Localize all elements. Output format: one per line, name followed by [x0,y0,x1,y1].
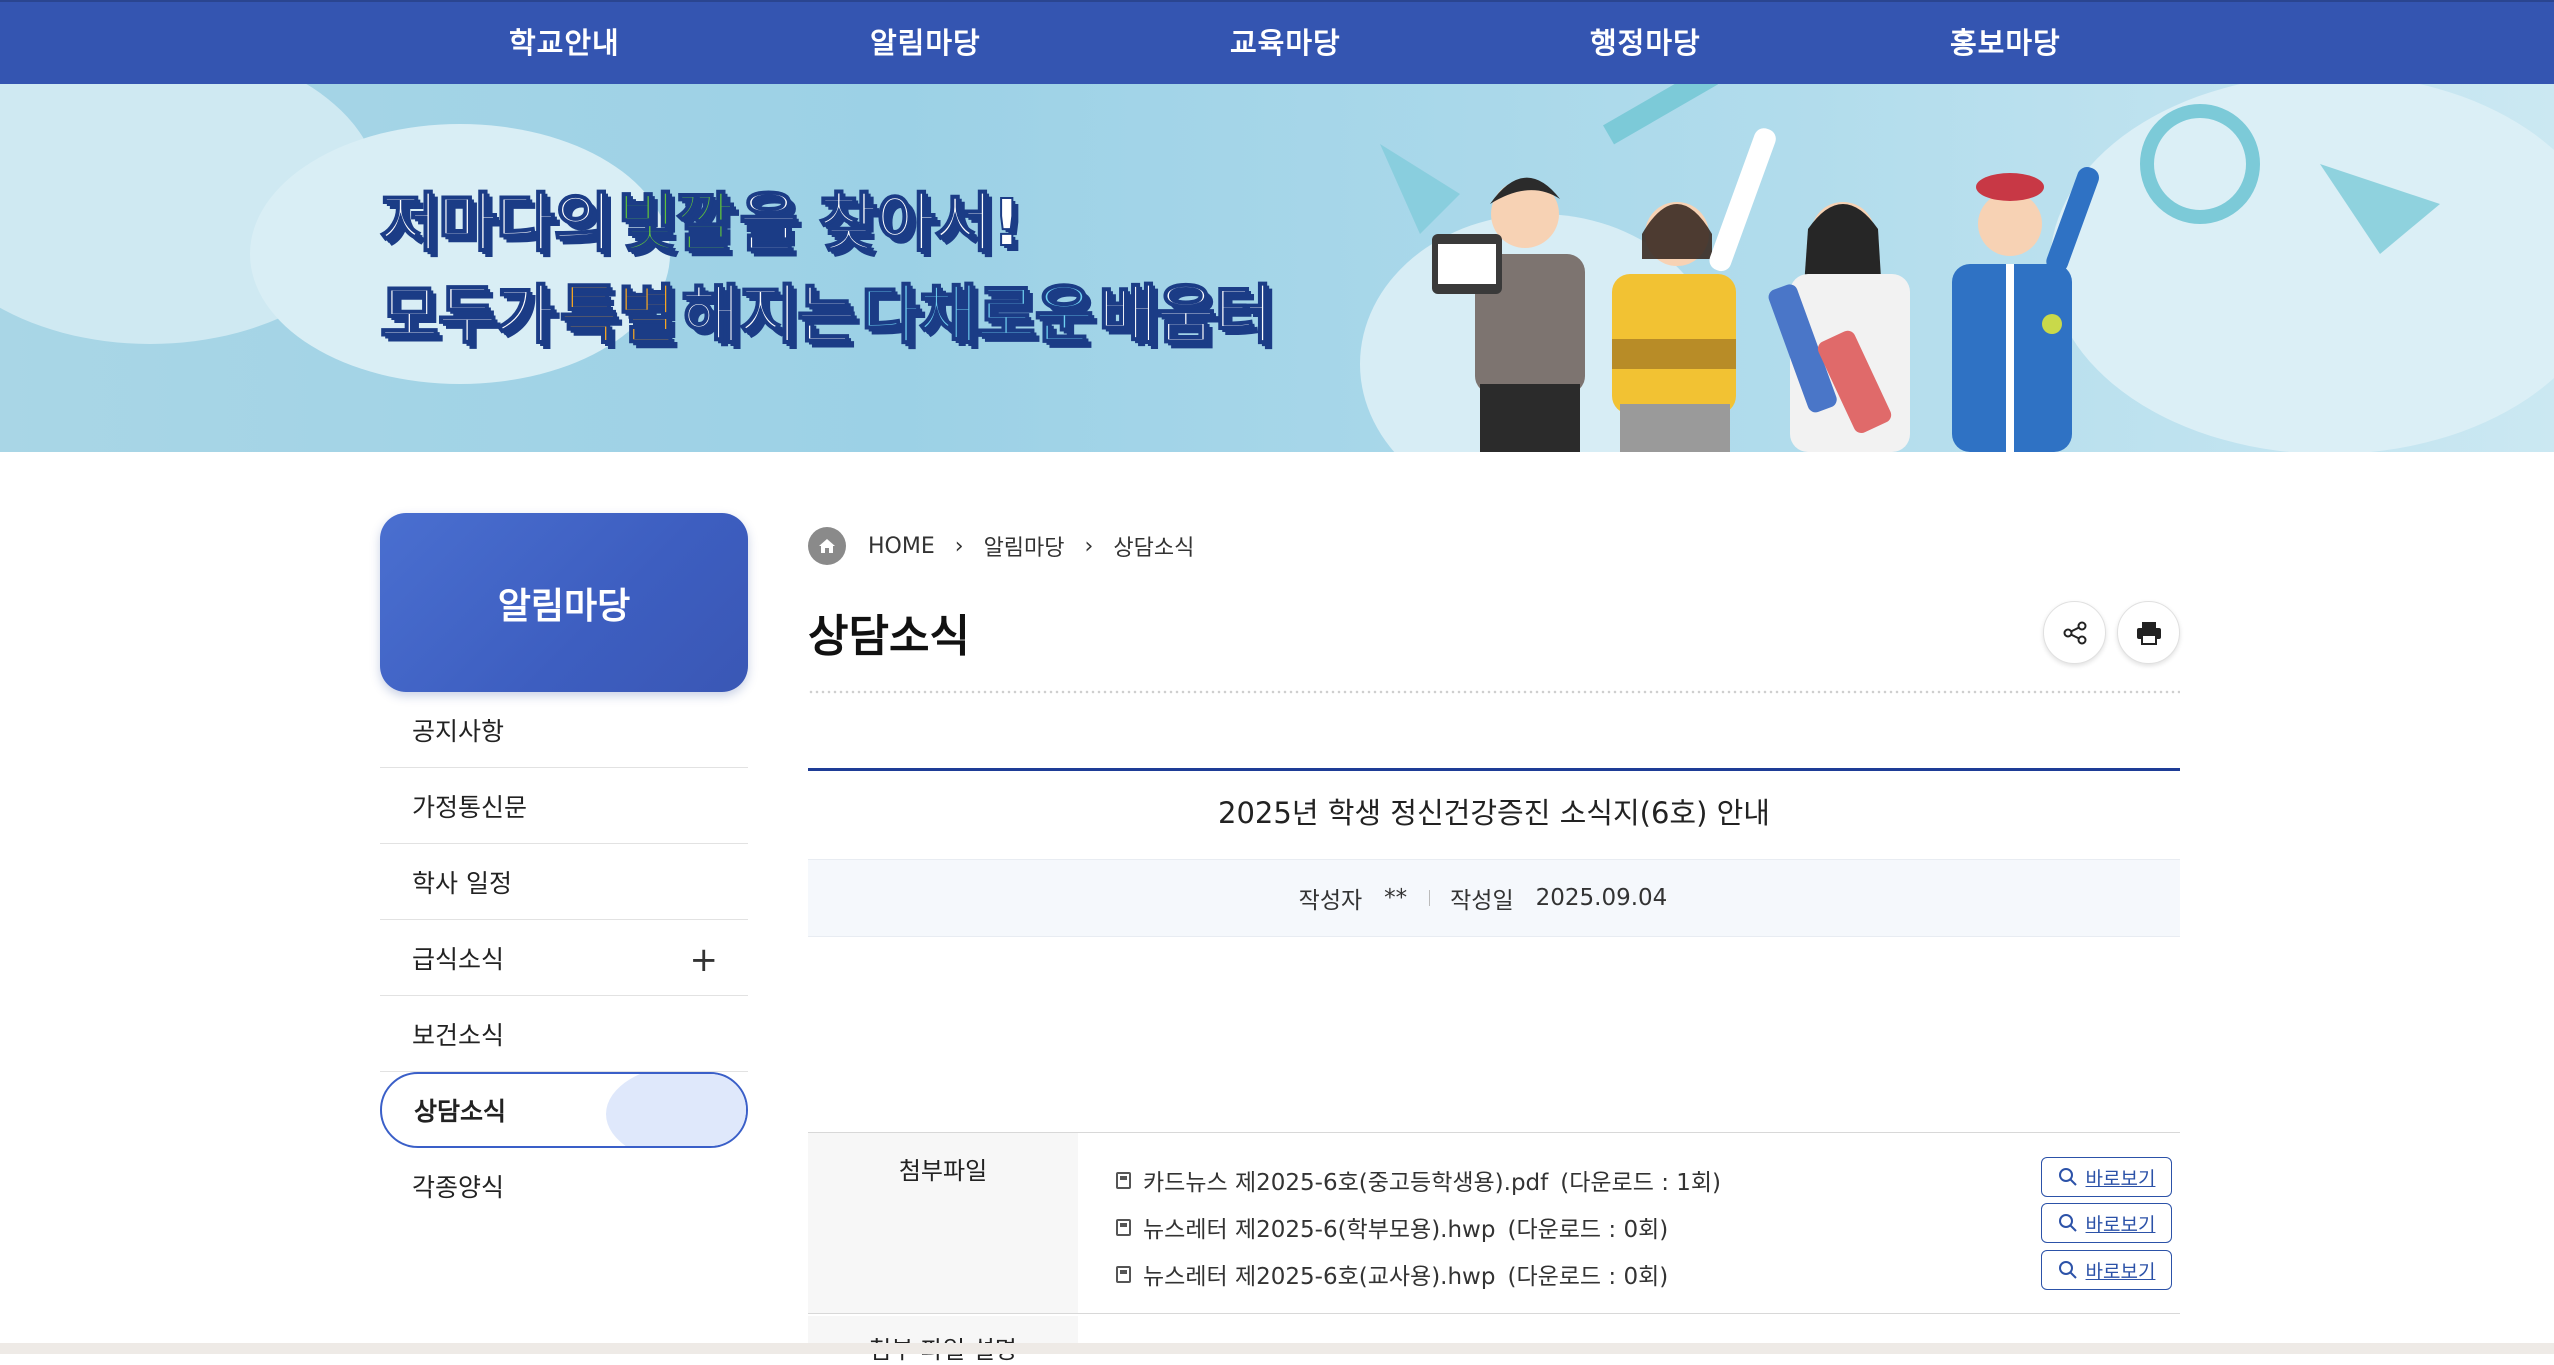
preview-button-label: 바로보기 [2085,1213,2156,1236]
breadcrumb-separator: › [954,533,964,559]
breadcrumb-separator: › [1084,533,1094,559]
attachment-downloads: (다운로드 : 0회) [1507,1217,1669,1243]
search-icon [2058,1168,2077,1186]
preview-button-1[interactable]: 바로보기 [2041,1157,2172,1197]
nav-item-notices[interactable]: 알림마당 [870,20,981,62]
sidebar-item-label: 상담소식 [414,1097,507,1126]
attachment-downloads: (다운로드 : 1회) [1560,1170,1722,1196]
attachment-downloads: (다운로드 : 0회) [1507,1264,1669,1290]
top-navigation: 학교안내 알림마당 교육마당 행정마당 홍보마당 [0,0,2554,84]
preview-button-label: 바로보기 [2085,1260,2156,1283]
sidebar-menu: 공지사항 가정통신문 학사 일정 급식소식 + 보건소식 상담소식 각종양식 [380,692,748,1224]
date-value: 2025.09.04 [1535,885,1668,911]
nav-item-administration[interactable]: 행정마당 [1590,20,1701,62]
attachment-file-2[interactable]: 뉴스레터 제2025-6(학부모용).hwp (다운로드 : 0회) [1116,1210,1668,1244]
preview-button-3[interactable]: 바로보기 [2041,1250,2172,1290]
hero-banner: 저마다의빛깔을 찾아서! 모두가특별해지는다채로운배움터 [0,84,2554,452]
preview-button-2[interactable]: 바로보기 [2041,1203,2172,1243]
sidebar-title-panel: 알림마당 [380,513,748,692]
attachment-file-1[interactable]: 카드뉴스 제2025-6호(중고등학생용).pdf (다운로드 : 1회) [1116,1163,1721,1197]
banner-slogan-line1: 저마다의빛깔을 찾아서! [379,186,1022,262]
breadcrumb-home[interactable]: HOME [868,534,935,559]
home-icon[interactable] [808,527,846,565]
author-label: 작성자 [1298,888,1363,914]
attachment-name[interactable]: 카드뉴스 제2025-6호(중고등학생용).pdf [1143,1163,1548,1197]
save-file-icon [1116,1265,1131,1283]
nav-item-school-info[interactable]: 학교안내 [509,20,620,62]
sidebar-item-meal-news[interactable]: 급식소식 + [380,920,748,996]
breadcrumb: HOME › 알림마당 › 상담소식 [808,526,1194,566]
attachment-name[interactable]: 뉴스레터 제2025-6호(교사용).hwp [1143,1257,1495,1291]
sidebar-item-label: 급식소식 [412,944,505,974]
article-meta: 작성자 ** 작성일 2025.09.04 [808,859,2180,937]
sidebar-item-academic-calendar[interactable]: 학사 일정 [380,844,748,920]
share-icon [2063,621,2086,644]
sidebar-item-label: 가정통신문 [412,792,528,822]
page-title: 상담소식 [808,611,970,662]
attachments-section: 첨부파일 카드뉴스 제2025-6호(중고등학생용).pdf (다운로드 : 1… [808,1132,2180,1314]
author-value: ** [1384,885,1408,911]
sidebar-item-label: 학사 일정 [412,868,512,898]
sidebar-item-label: 공지사항 [412,716,505,746]
save-file-icon [1116,1218,1131,1236]
article-title: 2025년 학생 정신건강증진 소식지(6호) 안내 [1218,796,1770,830]
nav-item-education[interactable]: 교육마당 [1230,20,1341,62]
window-bottom-edge [0,1343,2554,1354]
breadcrumb-notices[interactable]: 알림마당 [984,530,1065,562]
sidebar-item-newsletters[interactable]: 가정통신문 [380,768,748,844]
expand-plus-icon[interactable]: + [690,940,719,980]
banner-students-illustration [1380,84,2440,452]
sidebar-item-forms[interactable]: 각종양식 [380,1148,748,1224]
sidebar-item-counseling-news[interactable]: 상담소식 [380,1072,748,1148]
sidebar-item-label: 보건소식 [412,1020,505,1050]
search-icon [2058,1261,2077,1279]
banner-slogan-line2: 모두가특별해지는다채로운배움터 [379,278,1274,354]
title-divider [808,690,2180,694]
preview-button-label: 바로보기 [2085,1167,2156,1190]
date-label: 작성일 [1450,888,1514,914]
nav-item-promotion[interactable]: 홍보마당 [1950,20,2061,62]
breadcrumb-current: 상담소식 [1113,536,1195,561]
share-button[interactable] [2043,601,2106,664]
search-icon [2058,1214,2077,1232]
print-icon [2136,621,2161,645]
sidebar-item-health-news[interactable]: 보건소식 [380,996,748,1072]
attachments-label: 첨부파일 [808,1133,1078,1313]
attachment-name[interactable]: 뉴스레터 제2025-6(학부모용).hwp [1143,1210,1495,1244]
sidebar-title: 알림마당 [497,585,631,627]
print-button[interactable] [2117,601,2180,664]
sidebar-item-label: 각종양식 [412,1173,505,1202]
attachment-file-3[interactable]: 뉴스레터 제2025-6호(교사용).hwp (다운로드 : 0회) [1116,1257,1668,1291]
save-file-icon [1116,1171,1131,1189]
article-top-rule [808,768,2180,771]
sidebar-item-notices[interactable]: 공지사항 [380,692,748,768]
